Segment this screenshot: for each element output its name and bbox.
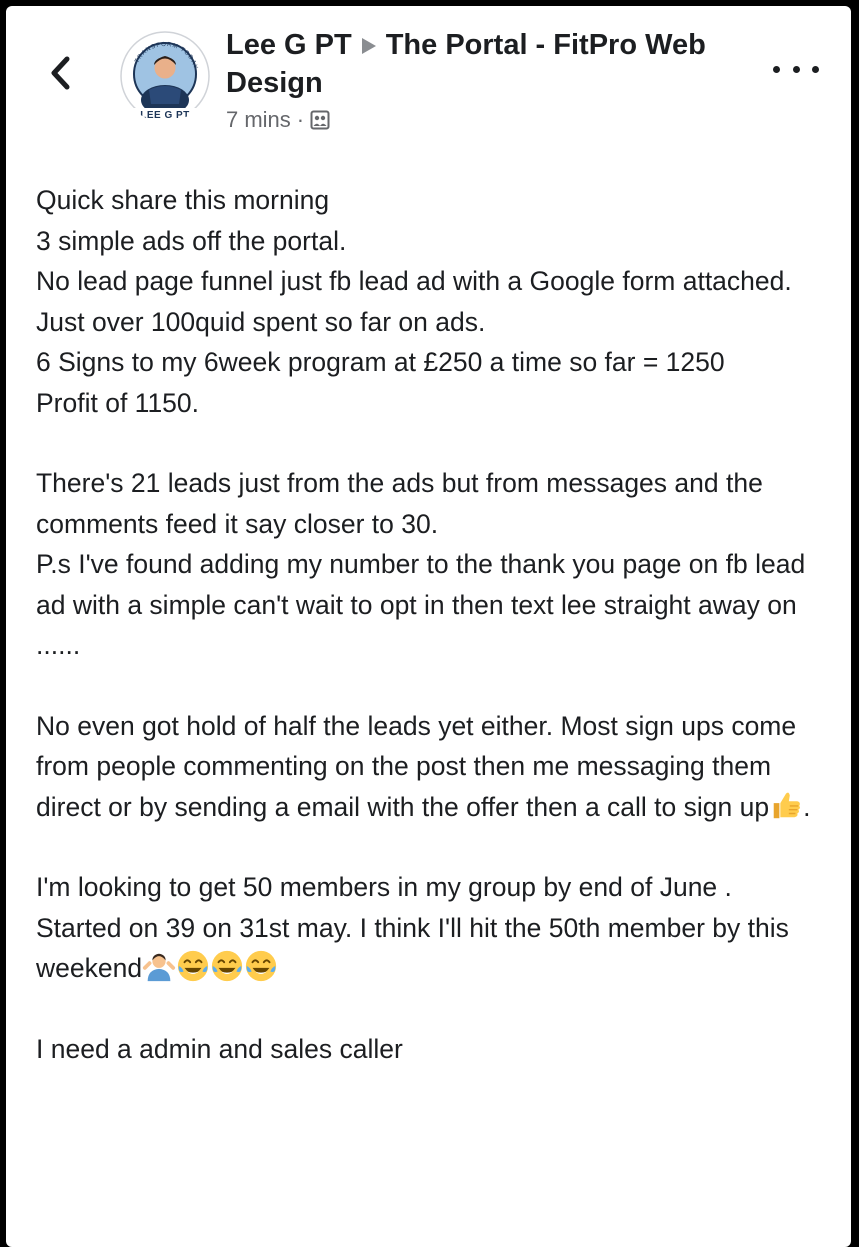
thumbs-up-emoji <box>773 792 801 818</box>
face-with-tears-of-joy-emoji <box>211 950 243 982</box>
post-line: 6 Signs to my 6week program at £250 a ti… <box>36 347 725 377</box>
post-meta: Lee G PT The Portal - FitPro Web Design 7… <box>226 26 746 134</box>
timestamp[interactable]: 7 mins <box>226 106 291 134</box>
post-line: Profit of 1150. <box>36 387 200 418</box>
avatar[interactable]: TRANSFORM TODAY LEE G PT <box>119 30 211 122</box>
post-line: Quick share this morning <box>36 185 330 215</box>
post-header: TRANSFORM TODAY LEE G PT Lee G PT The Por… <box>6 6 851 156</box>
post-text-end: . <box>803 791 811 822</box>
face-with-tears-of-joy-emoji <box>177 950 209 982</box>
chevron-left-icon <box>51 56 70 90</box>
post-subline: 7 mins · <box>226 106 746 134</box>
back-button[interactable] <box>40 48 80 98</box>
separator: · <box>296 107 305 132</box>
author-name[interactable]: Lee G PT <box>226 29 352 61</box>
post-line: I need a admin and sales caller <box>36 1033 403 1064</box>
post-card: TRANSFORM TODAY LEE G PT Lee G PT The Por… <box>6 6 851 1247</box>
avatar-image: TRANSFORM TODAY LEE G PT <box>119 30 211 122</box>
post-line: Started on 39 on 31st may. I think I'll … <box>36 908 836 989</box>
more-options-icon <box>773 65 780 73</box>
post-line: There's 21 leads just from the ads but f… <box>36 468 763 539</box>
more-options-icon <box>792 65 800 73</box>
triangle-right-icon <box>361 37 376 54</box>
group-icon <box>310 110 330 130</box>
post-line: I'm looking to get 50 members in my grou… <box>36 872 732 902</box>
post-body: Quick share this morning 3 simple ads of… <box>36 180 836 1069</box>
post-text: No even got hold of half the leads yet e… <box>36 710 797 822</box>
author-line: Lee G PT The Portal - FitPro Web Design <box>226 26 746 102</box>
post-line: No even got hold of half the leads yet e… <box>36 706 836 828</box>
post-line: Just over 100quid spent so far on ads. <box>36 306 486 337</box>
post-line: No lead page funnel just fb lead ad with… <box>36 266 792 296</box>
man-shrugging-emoji <box>143 953 176 982</box>
more-options-icon <box>812 65 819 73</box>
post-line: P.s I've found adding my number to the t… <box>36 549 806 660</box>
post-line: 3 simple ads off the portal. <box>36 225 347 256</box>
avatar-lettering: LEE G PT <box>140 110 190 121</box>
more-options-button[interactable] <box>773 54 819 84</box>
face-with-tears-of-joy-emoji <box>245 950 277 982</box>
